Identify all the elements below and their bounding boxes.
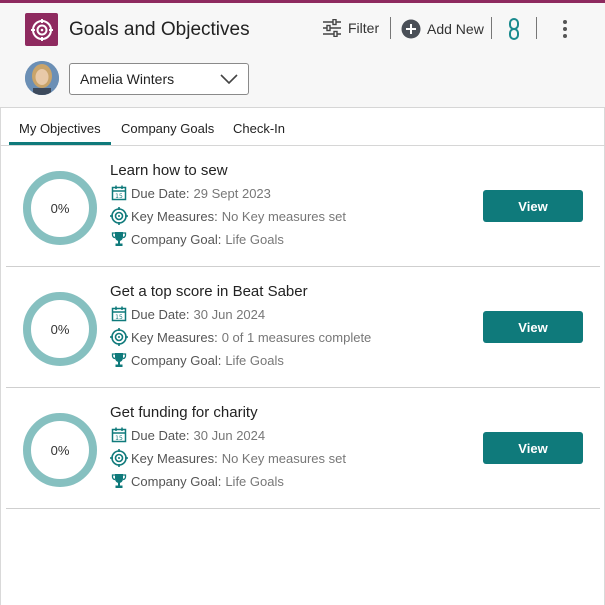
trophy-icon bbox=[110, 351, 128, 369]
key-measures-row: Key Measures: 0 of 1 measures complete bbox=[110, 328, 371, 346]
more-options-button[interactable] bbox=[554, 16, 576, 42]
calendar-icon: 15 bbox=[110, 305, 128, 323]
company-goal-label: Company Goal: bbox=[131, 231, 222, 247]
company-goal-label: Company Goal: bbox=[131, 352, 222, 368]
objective-card: 0% Learn how to sew 15 Due Date: 29 Sept… bbox=[6, 146, 600, 267]
tab-bar: My Objectives Company Goals Check-In bbox=[0, 108, 605, 146]
due-date-label: Due Date: bbox=[131, 427, 190, 443]
page-title: Goals and Objectives bbox=[69, 19, 250, 40]
due-date-label: Due Date: bbox=[131, 185, 190, 201]
due-date-value: 30 Jun 2024 bbox=[193, 306, 266, 322]
tab-my-objectives[interactable]: My Objectives bbox=[19, 121, 101, 136]
svg-text:15: 15 bbox=[115, 314, 123, 321]
vertical-dots-icon bbox=[562, 19, 568, 39]
chevron-down-icon bbox=[220, 74, 238, 84]
trophy-icon bbox=[110, 472, 128, 490]
tab-company-goals[interactable]: Company Goals bbox=[121, 121, 214, 136]
user-select-dropdown[interactable]: Amelia Winters bbox=[69, 63, 249, 95]
filter-button[interactable]: Filter bbox=[322, 19, 379, 37]
tab-check-in[interactable]: Check-In bbox=[233, 121, 285, 136]
objective-card: 0% Get funding for charity 15 Due Date: … bbox=[6, 388, 600, 509]
due-date-row: 15 Due Date: 30 Jun 2024 bbox=[110, 305, 265, 323]
progress-percent: 0% bbox=[50, 200, 70, 216]
calendar-icon: 15 bbox=[110, 184, 128, 202]
svg-text:15: 15 bbox=[115, 435, 123, 442]
view-button[interactable]: View bbox=[483, 311, 583, 343]
objective-title: Get funding for charity bbox=[110, 404, 258, 421]
target-icon bbox=[110, 449, 128, 467]
add-new-button[interactable]: Add New bbox=[401, 19, 484, 39]
company-goal-value: Life Goals bbox=[225, 352, 284, 368]
company-goal-value: Life Goals bbox=[225, 473, 284, 489]
toolbar-divider bbox=[491, 17, 492, 39]
company-goal-label: Company Goal: bbox=[131, 473, 222, 489]
link-button[interactable] bbox=[503, 16, 525, 42]
company-goal-row: Company Goal: Life Goals bbox=[110, 472, 284, 490]
key-measures-row: Key Measures: No Key measures set bbox=[110, 449, 346, 467]
view-button[interactable]: View bbox=[483, 190, 583, 222]
company-goal-row: Company Goal: Life Goals bbox=[110, 230, 284, 248]
target-app-icon bbox=[25, 13, 58, 46]
calendar-icon: 15 bbox=[110, 426, 128, 444]
due-date-value: 30 Jun 2024 bbox=[193, 427, 266, 443]
objective-title: Get a top score in Beat Saber bbox=[110, 283, 308, 300]
due-date-label: Due Date: bbox=[131, 306, 190, 322]
key-measures-label: Key Measures: bbox=[131, 450, 218, 466]
key-measures-value: No Key measures set bbox=[221, 450, 346, 466]
progress-percent: 0% bbox=[50, 442, 70, 458]
target-icon bbox=[110, 328, 128, 346]
objective-card: 0% Get a top score in Beat Saber 15 Due … bbox=[6, 267, 600, 388]
filter-label: Filter bbox=[348, 20, 380, 36]
key-measures-label: Key Measures: bbox=[131, 208, 218, 224]
due-date-row: 15 Due Date: 29 Sept 2023 bbox=[110, 184, 271, 202]
plus-circle-icon bbox=[401, 19, 421, 39]
key-measures-value: 0 of 1 measures complete bbox=[221, 329, 372, 345]
trophy-icon bbox=[110, 230, 128, 248]
due-date-value: 29 Sept 2023 bbox=[193, 185, 271, 201]
company-goal-value: Life Goals bbox=[225, 231, 284, 247]
sliders-icon bbox=[322, 19, 342, 37]
view-button[interactable]: View bbox=[483, 432, 583, 464]
header: Goals and Objectives Filter Add New Amel… bbox=[0, 3, 605, 108]
chain-link-icon bbox=[508, 18, 520, 40]
toolbar-divider bbox=[390, 17, 391, 39]
key-measures-row: Key Measures: No Key measures set bbox=[110, 207, 346, 225]
active-tab-indicator bbox=[9, 142, 111, 145]
add-new-label: Add New bbox=[427, 21, 484, 37]
company-goal-row: Company Goal: Life Goals bbox=[110, 351, 284, 369]
key-measures-label: Key Measures: bbox=[131, 329, 218, 345]
toolbar-divider bbox=[536, 17, 537, 39]
avatar bbox=[25, 61, 59, 95]
progress-percent: 0% bbox=[50, 321, 70, 337]
objective-title: Learn how to sew bbox=[110, 162, 228, 179]
key-measures-value: No Key measures set bbox=[221, 208, 346, 224]
target-icon bbox=[110, 207, 128, 225]
svg-text:15: 15 bbox=[115, 193, 123, 200]
due-date-row: 15 Due Date: 30 Jun 2024 bbox=[110, 426, 265, 444]
selected-user-name: Amelia Winters bbox=[80, 71, 175, 87]
